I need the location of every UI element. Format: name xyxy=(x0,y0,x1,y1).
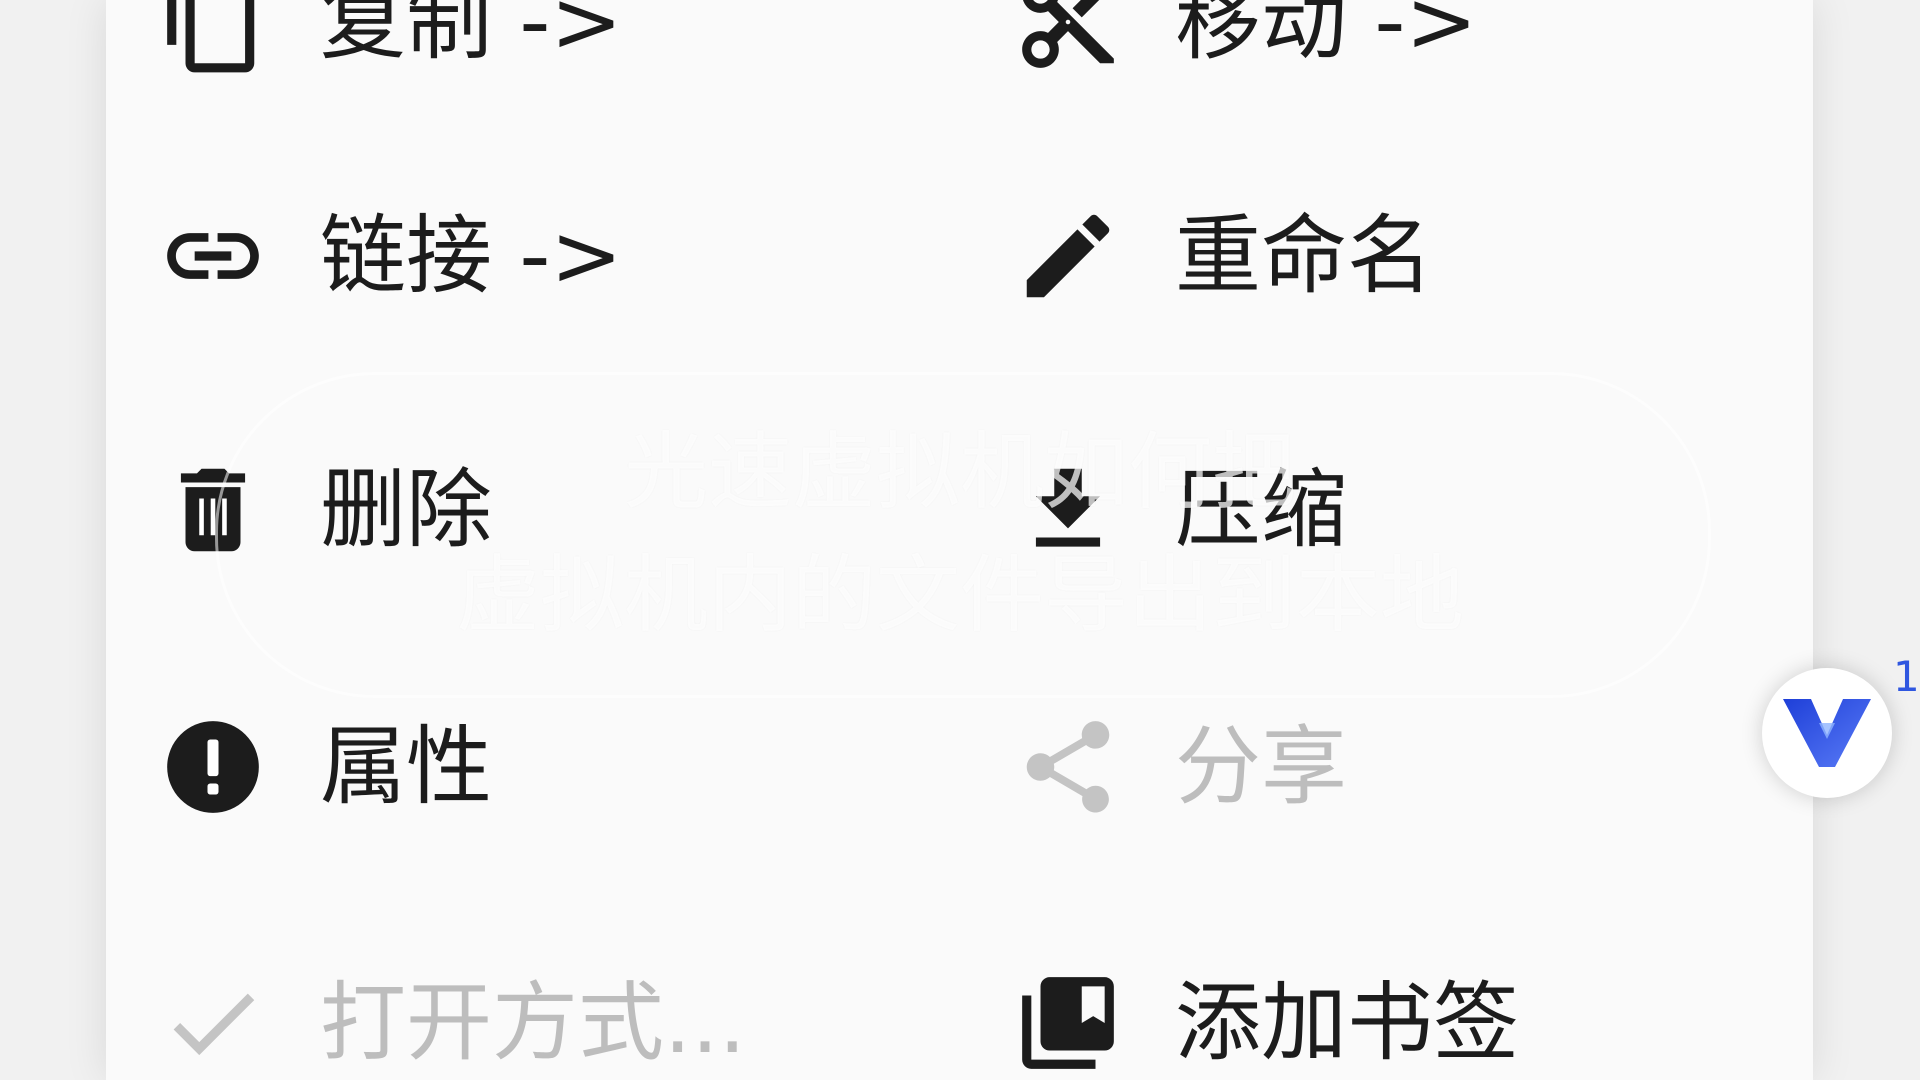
menu-item-open-with[interactable]: 打开方式... xyxy=(106,963,926,1080)
menu-item-label: 打开方式... xyxy=(320,973,747,1073)
menu-item-delete[interactable]: 删除 xyxy=(106,450,926,570)
menu-item-label: 属性 xyxy=(320,717,492,817)
bookmark-icon xyxy=(1013,968,1123,1078)
menu-item-label: 添加书签 xyxy=(1175,973,1519,1073)
menu-item-move[interactable]: 移动 -> xyxy=(961,0,1781,82)
link-icon xyxy=(158,201,268,311)
floating-widget-count: 1 xyxy=(1893,652,1920,701)
menu-item-share[interactable]: 分享 xyxy=(961,707,1781,827)
info-icon xyxy=(158,712,268,822)
menu-item-rename[interactable]: 重命名 xyxy=(961,196,1781,316)
copy-icon xyxy=(158,0,268,77)
share-icon xyxy=(1013,712,1123,822)
menu-item-label: 移动 -> xyxy=(1175,0,1478,72)
menu-item-properties[interactable]: 属性 xyxy=(106,707,926,827)
screen: 复制 -> 移动 -> 链接 -> 重命名 删除 压缩 属性 分享 打开方式..… xyxy=(0,0,1920,1080)
scissors-icon xyxy=(1013,0,1123,77)
menu-item-label: 复制 -> xyxy=(320,0,623,72)
menu-item-add-bookmark[interactable]: 添加书签 xyxy=(961,963,1781,1080)
menu-item-label: 压缩 xyxy=(1175,460,1347,560)
v-logo-icon xyxy=(1779,691,1875,775)
pencil-icon xyxy=(1013,201,1123,311)
menu-item-compress[interactable]: 压缩 xyxy=(961,450,1781,570)
file-action-menu: 复制 -> 移动 -> 链接 -> 重命名 删除 压缩 属性 分享 打开方式..… xyxy=(106,0,1813,1080)
menu-item-link[interactable]: 链接 -> xyxy=(106,196,926,316)
menu-item-label: 删除 xyxy=(320,460,492,560)
menu-item-label: 链接 -> xyxy=(320,206,623,306)
menu-item-label: 重命名 xyxy=(1175,206,1433,306)
trash-icon xyxy=(158,455,268,565)
floating-widget-button[interactable] xyxy=(1762,668,1892,798)
check-icon xyxy=(158,968,268,1078)
menu-item-copy[interactable]: 复制 -> xyxy=(106,0,926,82)
menu-item-label: 分享 xyxy=(1175,717,1347,817)
download-icon xyxy=(1013,455,1123,565)
